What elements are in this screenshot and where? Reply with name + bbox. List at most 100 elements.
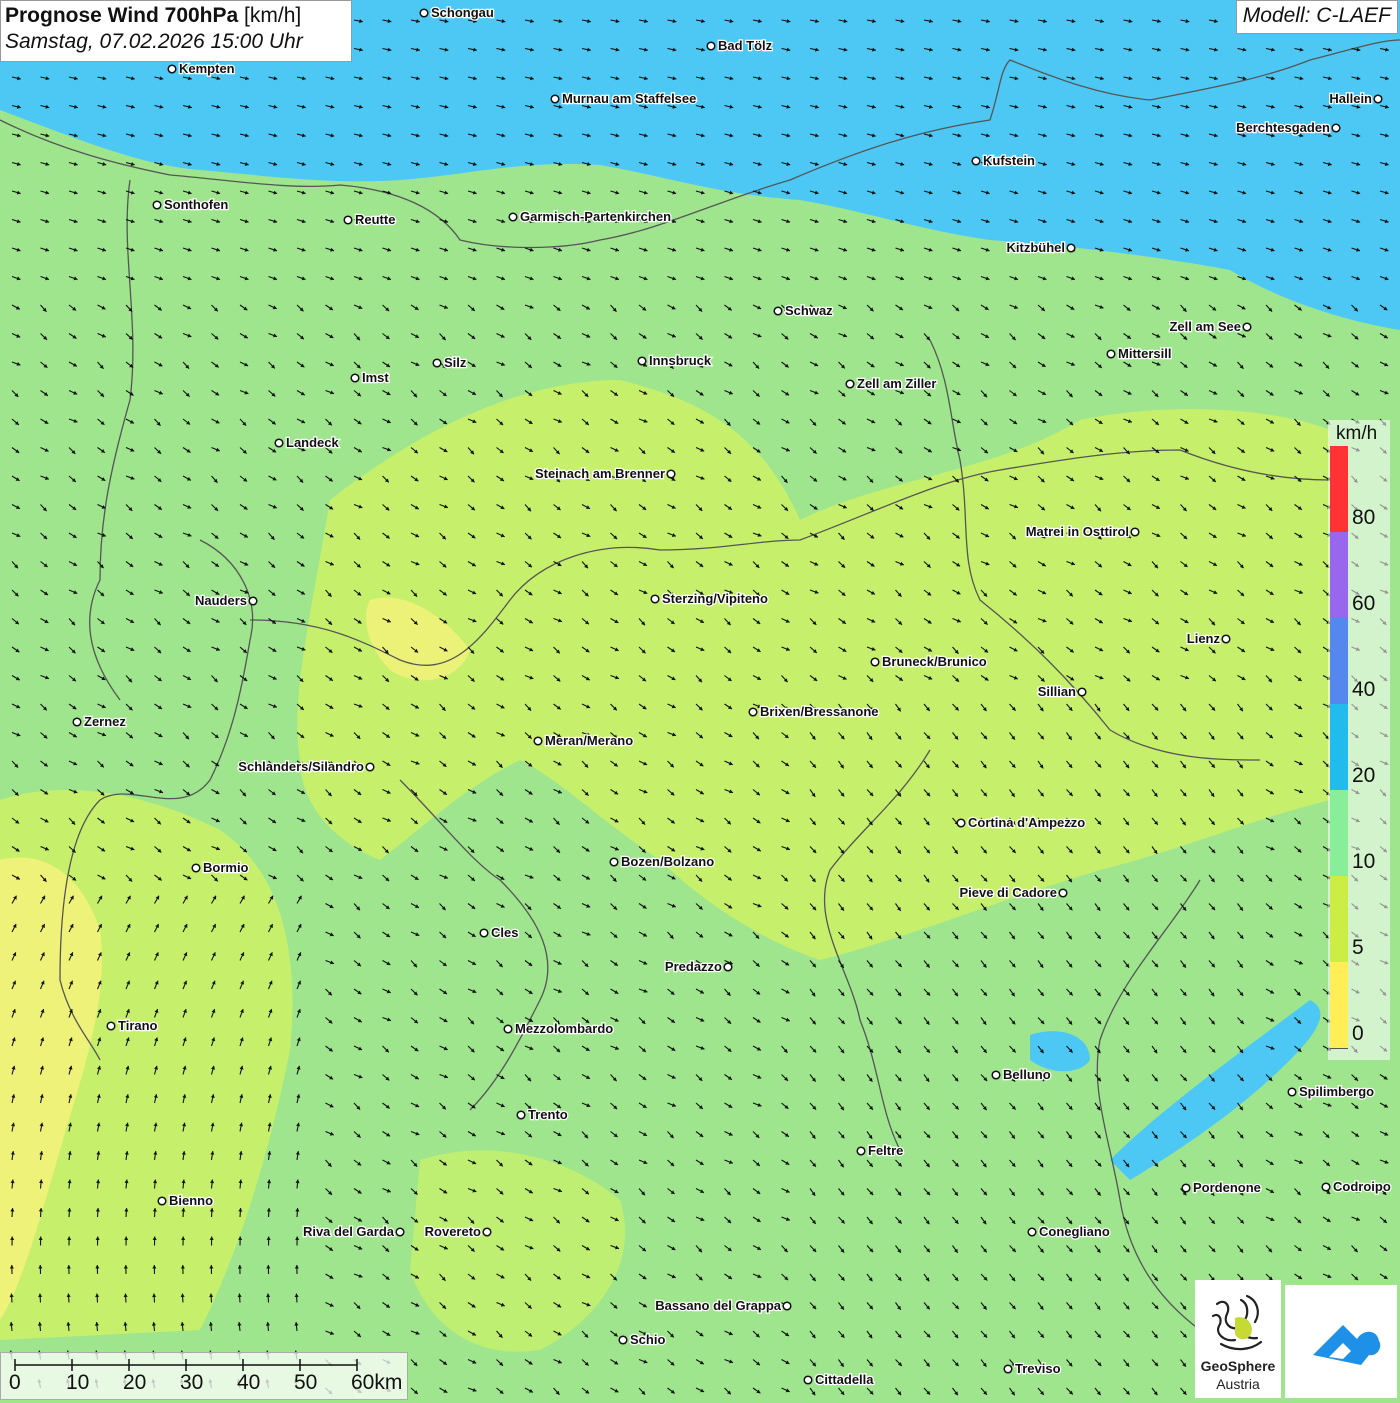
legend-tick-label: 60 <box>1352 592 1375 616</box>
city-dot <box>651 595 659 603</box>
city-dot <box>992 1071 1000 1079</box>
city-dot <box>724 963 732 971</box>
legend-color-segment <box>1330 962 1348 1049</box>
city-label: Spilimbergo <box>1299 1084 1374 1099</box>
city-marker: Kempten <box>168 61 234 76</box>
city-label: Schwaz <box>785 303 833 318</box>
city-label: Garmisch-Partenkirchen <box>520 209 671 224</box>
city-dot <box>846 380 854 388</box>
city-dot <box>1078 688 1086 696</box>
city-marker: Bassano del Grappa <box>655 1298 791 1313</box>
city-label: Landeck <box>286 435 340 450</box>
city-label: Meran/Merano <box>545 733 633 748</box>
city-marker: Matrei in Osttirol <box>1026 524 1139 539</box>
city-label: Lienz <box>1187 631 1221 646</box>
city-label: Treviso <box>1015 1361 1061 1376</box>
city-dot <box>707 42 715 50</box>
forecast-datetime: Samstag, 07.02.2026 15:00 Uhr <box>5 30 347 54</box>
city-marker: Garmisch-Partenkirchen <box>509 209 671 224</box>
legend-color-segment <box>1330 790 1348 877</box>
city-label: Imst <box>362 370 389 385</box>
city-dot <box>351 374 359 382</box>
city-dot <box>551 95 559 103</box>
city-label: Cortina d'Ampezzo <box>968 815 1085 830</box>
model-label: Modell: C-LAEF <box>1236 0 1398 34</box>
legend-tick-label: 80 <box>1352 506 1375 530</box>
city-marker: Codroipo <box>1322 1179 1391 1194</box>
city-marker: Spilimbergo <box>1288 1084 1374 1099</box>
city-label: Schlanders/Silandro <box>238 759 364 774</box>
city-marker: Bozen/Bolzano <box>610 854 714 869</box>
city-label: Pieve di Cadore <box>959 885 1057 900</box>
city-label: Silz <box>444 355 467 370</box>
city-label: Rovereto <box>425 1224 481 1239</box>
city-label: Mezzolombardo <box>515 1021 613 1036</box>
city-marker: Predazzo <box>665 959 732 974</box>
city-marker: Bruneck/Brunico <box>871 654 987 669</box>
map-title: Prognose Wind 700hPa [km/h] <box>5 4 347 28</box>
city-label: Kempten <box>179 61 235 76</box>
city-label: Bruneck/Brunico <box>882 654 987 669</box>
city-dot <box>480 929 488 937</box>
city-dot <box>638 357 646 365</box>
city-label: Riva del Garda <box>303 1224 395 1239</box>
city-marker: Murnau am Staffelsee <box>551 91 696 106</box>
city-dot <box>275 439 283 447</box>
legend-tick-label: 5 <box>1352 936 1364 960</box>
legend-unit: km/h <box>1336 423 1377 445</box>
city-marker: Conegliano <box>1028 1224 1110 1239</box>
city-label: Reutte <box>355 212 395 227</box>
city-dot <box>1182 1184 1190 1192</box>
scale-bar: 0102030405060km <box>0 1352 408 1400</box>
city-marker: Schlanders/Silandro <box>238 759 374 774</box>
city-label: Kitzbühel <box>1007 240 1066 255</box>
city-label: Brixen/Bressanone <box>760 704 879 719</box>
city-marker: Zell am Ziller <box>846 376 936 391</box>
legend-tick-label: 20 <box>1352 764 1375 788</box>
city-label: Codroipo <box>1333 1179 1391 1194</box>
legend-tick-label: 40 <box>1352 678 1375 702</box>
city-label: Mittersill <box>1118 346 1171 361</box>
city-dot <box>610 858 618 866</box>
city-dot <box>1028 1228 1036 1236</box>
city-dot <box>1004 1365 1012 1373</box>
city-label: Schongau <box>431 5 494 20</box>
map-title-unit: [km/h] <box>244 4 301 27</box>
city-dot <box>749 708 757 716</box>
city-marker: Sterzing/Vipiteno <box>651 591 768 606</box>
city-dot <box>1067 244 1075 252</box>
city-dot <box>1374 95 1382 103</box>
city-marker: Cittadella <box>804 1372 874 1387</box>
wind-map: SchongauBad TölzKemptenMurnau am Staffel… <box>0 0 1400 1400</box>
city-label: Cittadella <box>815 1372 874 1387</box>
legend-color-segment <box>1330 446 1348 535</box>
city-marker: Rovereto <box>425 1224 491 1239</box>
city-dot <box>804 1376 812 1384</box>
city-dot <box>73 718 81 726</box>
city-marker: Pordenone <box>1182 1180 1261 1195</box>
legend-tick-label: 0 <box>1352 1022 1364 1046</box>
city-dot <box>249 597 257 605</box>
title-box: Prognose Wind 700hPa [km/h] Samstag, 07.… <box>0 0 352 62</box>
city-dot <box>871 658 879 666</box>
city-label: Steinach am Brenner <box>535 466 665 481</box>
city-dot <box>1243 323 1251 331</box>
city-dot <box>667 470 675 478</box>
scale-ticks <box>1 1353 409 1401</box>
city-label: Bassano del Grappa <box>655 1298 781 1313</box>
city-label: Bozen/Bolzano <box>621 854 714 869</box>
legend-color-segment <box>1330 704 1348 791</box>
city-marker: Pieve di Cadore <box>959 885 1066 900</box>
city-dot <box>1059 889 1067 897</box>
city-dot <box>192 864 200 872</box>
city-dot <box>774 307 782 315</box>
city-marker: Brixen/Bressanone <box>749 704 878 719</box>
city-dot <box>168 65 176 73</box>
city-label: Zell am Ziller <box>857 376 936 391</box>
city-dot <box>1322 1183 1330 1191</box>
city-label: Zernez <box>84 714 126 729</box>
city-label: Berchtesgaden <box>1236 120 1330 135</box>
city-marker: Cortina d'Ampezzo <box>957 815 1085 830</box>
city-dot <box>107 1022 115 1030</box>
city-label: Hallein <box>1329 91 1372 106</box>
